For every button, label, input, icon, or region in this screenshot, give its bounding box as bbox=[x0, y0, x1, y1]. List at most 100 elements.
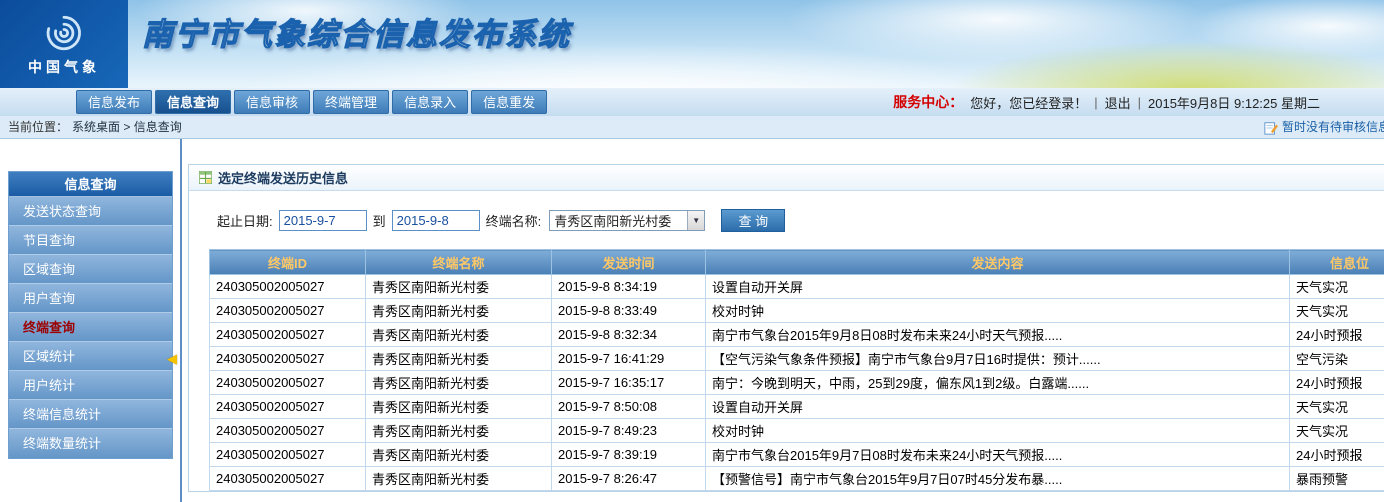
table-row: 240305002005027青秀区南阳新光村委2015-9-8 8:34:19… bbox=[210, 275, 1384, 299]
table-cell: 24小时预报 bbox=[1290, 323, 1384, 347]
table-cell: 设置自动开关屏 bbox=[706, 275, 1290, 299]
date-range-label: 起止日期: bbox=[217, 211, 273, 230]
sidebar-item-5[interactable]: 终端查询 bbox=[9, 313, 172, 342]
table-cell: 240305002005027 bbox=[210, 275, 366, 299]
table-cell: 青秀区南阳新光村委 bbox=[366, 371, 552, 395]
dropdown-arrow-icon: ▼ bbox=[687, 211, 704, 230]
nav-tab-2[interactable]: 信息查询 bbox=[155, 90, 231, 114]
top-banner: 中国气象 南宁市气象综合信息发布系统 bbox=[0, 0, 1384, 88]
to-label: 到 bbox=[373, 211, 386, 230]
table-cell: 南宁：今晚到明天，中雨，25到29度，偏东风1到2级。白露端...... bbox=[706, 371, 1290, 395]
terminal-select[interactable]: 青秀区南阳新光村委 ▼ bbox=[549, 210, 705, 231]
table-cell: 校对时钟 bbox=[706, 299, 1290, 323]
nav-separator: | bbox=[1094, 95, 1097, 110]
cma-logo-text: 中国气象 bbox=[28, 57, 100, 77]
nav-right: 服务中心： 您好，您已经登录！ | 退出 | 2015年9月8日 9:12:25… bbox=[893, 88, 1320, 116]
terminal-select-value: 青秀区南阳新光村委 bbox=[550, 211, 687, 230]
table-cell: 天气实况 bbox=[1290, 299, 1384, 323]
table-cell: 天气实况 bbox=[1290, 275, 1384, 299]
table-cell: 240305002005027 bbox=[210, 323, 366, 347]
table-cell: 南宁市气象台2015年9月8日08时发布未来24小时天气预报..... bbox=[706, 323, 1290, 347]
logout-link[interactable]: 退出 bbox=[1105, 93, 1131, 112]
sidebar-divider bbox=[180, 139, 182, 502]
sidebar-item-4[interactable]: 用户查询 bbox=[9, 284, 172, 313]
table-cell: 南宁市气象台2015年9月7日08时发布未来24小时天气预报..... bbox=[706, 443, 1290, 467]
table-row: 240305002005027青秀区南阳新光村委2015-9-8 8:32:34… bbox=[210, 323, 1384, 347]
date-to-input[interactable] bbox=[392, 210, 480, 231]
sidebar-items: 发送状态查询节目查询区域查询用户查询终端查询区域统计用户统计终端信息统计终端数量… bbox=[9, 197, 172, 458]
table-cell: 青秀区南阳新光村委 bbox=[366, 419, 552, 443]
table-cell: 240305002005027 bbox=[210, 371, 366, 395]
sidebar-item-9[interactable]: 终端数量统计 bbox=[9, 429, 172, 458]
nav-tab-6[interactable]: 信息重发 bbox=[471, 90, 547, 114]
page: 中国气象 南宁市气象综合信息发布系统 信息发布信息查询信息审核终端管理信息录入信… bbox=[0, 0, 1384, 502]
table-row: 240305002005027青秀区南阳新光村委2015-9-7 8:49:23… bbox=[210, 419, 1384, 443]
table-row: 240305002005027青秀区南阳新光村委2015-9-7 8:50:08… bbox=[210, 395, 1384, 419]
table-cell: 2015-9-7 16:35:17 bbox=[552, 371, 706, 395]
table-cell: 空气污染 bbox=[1290, 347, 1384, 371]
section-title: 选定终端发送历史信息 bbox=[218, 168, 348, 187]
nav-separator: | bbox=[1138, 95, 1141, 110]
sidebar-item-7[interactable]: 用户统计 bbox=[9, 371, 172, 400]
table-cell: 2015-9-8 8:34:19 bbox=[552, 275, 706, 299]
table-cell: 240305002005027 bbox=[210, 443, 366, 467]
table-cell: 240305002005027 bbox=[210, 467, 366, 491]
table-cell: 青秀区南阳新光村委 bbox=[366, 467, 552, 491]
sidebar-item-3[interactable]: 区域查询 bbox=[9, 255, 172, 284]
column-header: 发送时间 bbox=[552, 250, 706, 275]
table-cell: 2015-9-8 8:32:34 bbox=[552, 323, 706, 347]
column-header: 终端名称 bbox=[366, 250, 552, 275]
nav-tab-5[interactable]: 信息录入 bbox=[392, 90, 468, 114]
sidebar-title: 信息查询 bbox=[9, 172, 172, 197]
sidebar-item-8[interactable]: 终端信息统计 bbox=[9, 400, 172, 429]
cma-spiral-icon bbox=[43, 12, 85, 54]
column-header: 信息位 bbox=[1290, 250, 1384, 275]
table-cell: 青秀区南阳新光村委 bbox=[366, 275, 552, 299]
datetime-text: 2015年9月8日 9:12:25 星期二 bbox=[1148, 93, 1320, 112]
sidebar-item-1[interactable]: 发送状态查询 bbox=[9, 197, 172, 226]
nav-tabs: 信息发布信息查询信息审核终端管理信息录入信息重发 bbox=[76, 90, 547, 114]
table-cell: 240305002005027 bbox=[210, 395, 366, 419]
column-header: 终端ID bbox=[210, 250, 366, 275]
breadcrumb-label: 当前位置： bbox=[8, 116, 68, 139]
table-row: 240305002005027青秀区南阳新光村委2015-9-8 8:33:49… bbox=[210, 299, 1384, 323]
table-cell: 【空气污染气象条件预报】南宁市气象台9月7日16时提供：预计...... bbox=[706, 347, 1290, 371]
date-from-input[interactable] bbox=[279, 210, 367, 231]
table-row: 240305002005027青秀区南阳新光村委2015-9-7 8:39:19… bbox=[210, 443, 1384, 467]
history-table-body: 240305002005027青秀区南阳新光村委2015-9-8 8:34:19… bbox=[210, 275, 1384, 491]
table-cell: 青秀区南阳新光村委 bbox=[366, 323, 552, 347]
table-cell: 2015-9-7 8:26:47 bbox=[552, 467, 706, 491]
nav-tab-3[interactable]: 信息审核 bbox=[234, 90, 310, 114]
review-notice: 暂时没有待审核信息 bbox=[1282, 116, 1384, 139]
history-table: 终端ID终端名称发送时间发送内容信息位 240305002005027青秀区南阳… bbox=[209, 249, 1384, 491]
table-cell: 设置自动开关屏 bbox=[706, 395, 1290, 419]
column-header: 发送内容 bbox=[706, 250, 1290, 275]
nav-tab-1[interactable]: 信息发布 bbox=[76, 90, 152, 114]
sidebar-item-2[interactable]: 节目查询 bbox=[9, 226, 172, 255]
table-cell: 青秀区南阳新光村委 bbox=[366, 395, 552, 419]
table-cell: 青秀区南阳新光村委 bbox=[366, 299, 552, 323]
pencil-note-icon bbox=[1264, 121, 1278, 135]
login-status: 您好，您已经登录！ bbox=[970, 93, 1087, 112]
table-cell: 24小时预报 bbox=[1290, 443, 1384, 467]
sidebar-item-6[interactable]: 区域统计 bbox=[9, 342, 172, 371]
table-cell: 校对时钟 bbox=[706, 419, 1290, 443]
sidebar-collapse-arrow-icon[interactable]: ◀ bbox=[167, 351, 177, 367]
service-center-label: 服务中心： bbox=[893, 92, 963, 112]
table-cell: 2015-9-7 8:49:23 bbox=[552, 419, 706, 443]
table-cell: 天气实况 bbox=[1290, 419, 1384, 443]
table-cell: 2015-9-7 16:41:29 bbox=[552, 347, 706, 371]
table-cell: 暴雨预警 bbox=[1290, 467, 1384, 491]
sidebar: 信息查询 发送状态查询节目查询区域查询用户查询终端查询区域统计用户统计终端信息统… bbox=[8, 171, 173, 459]
query-button[interactable]: 查 询 bbox=[721, 209, 785, 232]
app-title: 南宁市气象综合信息发布系统 bbox=[142, 9, 571, 54]
table-row: 240305002005027青秀区南阳新光村委2015-9-7 16:35:1… bbox=[210, 371, 1384, 395]
table-cell: 24小时预报 bbox=[1290, 371, 1384, 395]
terminal-name-label: 终端名称: bbox=[486, 211, 542, 230]
history-table-head-row: 终端ID终端名称发送时间发送内容信息位 bbox=[210, 250, 1384, 275]
section-header: 选定终端发送历史信息 bbox=[189, 165, 1384, 191]
table-cell: 240305002005027 bbox=[210, 299, 366, 323]
breadcrumb-bar: 当前位置： 系统桌面 > 信息查询 暂时没有待审核信息 bbox=[0, 116, 1384, 139]
breadcrumb[interactable]: 系统桌面 > 信息查询 bbox=[72, 116, 182, 139]
nav-tab-4[interactable]: 终端管理 bbox=[313, 90, 389, 114]
